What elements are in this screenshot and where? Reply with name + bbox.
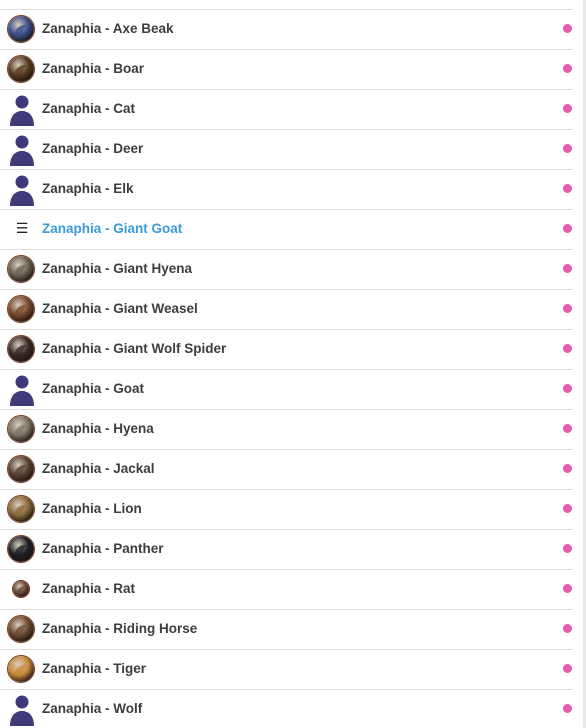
character-name[interactable]: Zanaphia - Cat xyxy=(42,90,135,128)
person-silhouette-icon xyxy=(9,94,35,126)
status-dot-icon xyxy=(563,304,572,313)
list-menu-icon: ☰ xyxy=(15,221,29,237)
character-name[interactable]: Zanaphia - Tiger xyxy=(42,650,146,688)
list-item[interactable]: Zanaphia - Boar xyxy=(0,49,573,89)
list-item[interactable]: Zanaphia - Rat xyxy=(0,569,573,609)
character-name[interactable]: Zanaphia - Elk xyxy=(42,170,134,208)
character-name[interactable]: Zanaphia - Deer xyxy=(42,130,143,168)
person-silhouette-icon xyxy=(9,374,35,406)
character-name[interactable]: Zanaphia - Jackal xyxy=(42,450,155,488)
list-item[interactable]: Zanaphia - Giant Wolf Spider xyxy=(0,329,573,369)
hyena-token-icon xyxy=(7,415,35,443)
character-name[interactable]: Zanaphia - Rat xyxy=(42,570,135,608)
list-item[interactable]: Zanaphia - Wolf xyxy=(0,689,573,728)
status-dot-icon xyxy=(563,544,572,553)
person-silhouette-icon xyxy=(9,134,35,166)
lion-token-icon xyxy=(7,495,35,523)
status-dot-icon xyxy=(563,584,572,593)
status-dot-icon xyxy=(563,104,572,113)
status-dot-icon xyxy=(563,424,572,433)
status-dot-icon xyxy=(563,24,572,33)
list-item[interactable]: Zanaphia - Deer xyxy=(0,129,573,169)
status-dot-icon xyxy=(563,144,572,153)
list-item[interactable]: Zanaphia - Goat xyxy=(0,369,573,409)
status-dot-icon xyxy=(563,344,572,353)
character-name[interactable]: Zanaphia - Wolf xyxy=(42,690,142,728)
riding-horse-token-icon xyxy=(7,615,35,643)
list-item[interactable]: ☰ Zanaphia - Giant Goat xyxy=(0,209,573,249)
boar-token-icon xyxy=(7,55,35,83)
status-dot-icon xyxy=(563,264,572,273)
character-name[interactable]: Zanaphia - Giant Hyena xyxy=(42,250,192,288)
character-name[interactable]: Zanaphia - Goat xyxy=(42,370,144,408)
list-item[interactable]: Zanaphia - Tiger xyxy=(0,649,573,689)
status-dot-icon xyxy=(563,504,572,513)
status-dot-icon xyxy=(563,184,572,193)
list-item[interactable]: Zanaphia - Lion xyxy=(0,489,573,529)
list-item[interactable]: Zanaphia - Jackal xyxy=(0,449,573,489)
status-dot-icon xyxy=(563,624,572,633)
person-silhouette-icon xyxy=(9,694,35,726)
panther-token-icon xyxy=(7,535,35,563)
status-dot-icon xyxy=(563,384,572,393)
status-dot-icon xyxy=(563,464,572,473)
character-name[interactable]: Zanaphia - Riding Horse xyxy=(42,610,197,648)
list-item[interactable]: Zanaphia - Elk xyxy=(0,169,573,209)
character-name[interactable]: Zanaphia - Axe Beak xyxy=(42,10,174,48)
character-name[interactable]: Zanaphia - Boar xyxy=(42,50,144,88)
character-name[interactable]: Zanaphia - Giant Weasel xyxy=(42,290,198,328)
list-item[interactable]: Zanaphia - Riding Horse xyxy=(0,609,573,649)
character-name[interactable]: Zanaphia - Giant Goat xyxy=(42,210,182,248)
character-name[interactable]: Zanaphia - Giant Wolf Spider xyxy=(42,330,226,368)
character-list: Zanaphia - Axe Beak Zanaphia - Boar Zanaph… xyxy=(0,9,573,728)
axe-beak-token-icon xyxy=(7,15,35,43)
giant-hyena-token-icon xyxy=(7,255,35,283)
list-item[interactable]: Zanaphia - Panther xyxy=(0,529,573,569)
character-name[interactable]: Zanaphia - Panther xyxy=(42,530,164,568)
character-list-panel: Zanaphia - Axe Beak Zanaphia - Boar Zanaph… xyxy=(0,0,586,728)
status-dot-icon xyxy=(563,224,572,233)
status-dot-icon xyxy=(563,704,572,713)
list-item[interactable]: Zanaphia - Giant Hyena xyxy=(0,249,573,289)
status-dot-icon xyxy=(563,664,572,673)
rat-token-icon xyxy=(12,580,30,598)
list-item[interactable]: Zanaphia - Cat xyxy=(0,89,573,129)
character-name[interactable]: Zanaphia - Hyena xyxy=(42,410,154,448)
giant-weasel-token-icon xyxy=(7,295,35,323)
character-name[interactable]: Zanaphia - Lion xyxy=(42,490,142,528)
giant-wolf-spider-token-icon xyxy=(7,335,35,363)
status-dot-icon xyxy=(563,64,572,73)
person-silhouette-icon xyxy=(9,174,35,206)
list-item[interactable]: Zanaphia - Giant Weasel xyxy=(0,289,573,329)
jackal-token-icon xyxy=(7,455,35,483)
list-item[interactable]: Zanaphia - Axe Beak xyxy=(0,9,573,49)
tiger-token-icon xyxy=(7,655,35,683)
list-item[interactable]: Zanaphia - Hyena xyxy=(0,409,573,449)
